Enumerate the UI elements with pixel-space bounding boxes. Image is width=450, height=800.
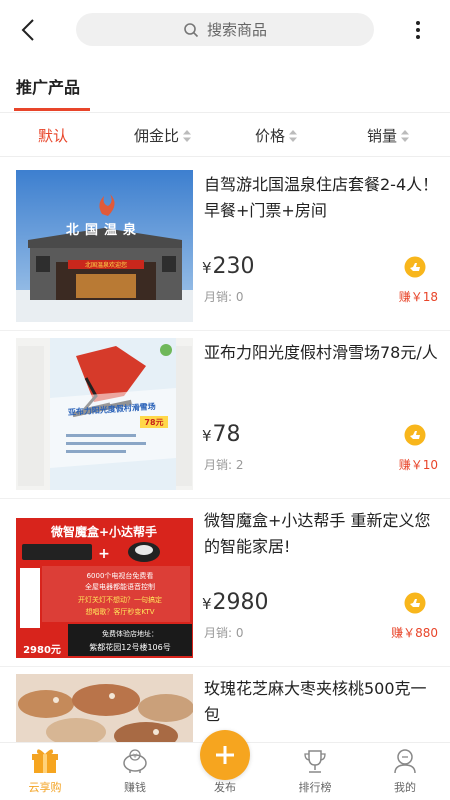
- product-image-hot-spring[interactable]: 北国温泉欢迎您 北国温泉: [16, 170, 193, 322]
- product-image-ski-resort[interactable]: 亚布力阳光度假村滑雪场 78元: [16, 338, 193, 490]
- price-value: 2980: [212, 590, 269, 615]
- sort-commission-label: 佣金比: [134, 127, 180, 145]
- image-line-4: 想唱歌？客厅秒变KTV: [85, 607, 154, 616]
- image-line-3: 开灯关灯不想动？一句搞定: [78, 595, 162, 604]
- sort-commission[interactable]: 佣金比: [134, 125, 192, 146]
- monthly-sales: 月销: 0: [204, 626, 244, 640]
- image-address: 紫都花园12号楼106号: [89, 642, 170, 652]
- sort-arrows-icon: [401, 129, 410, 142]
- svg-text:¥: ¥: [133, 753, 137, 760]
- earn-commission: 赚￥880: [391, 626, 438, 640]
- section-underline: [14, 108, 90, 111]
- sort-default-label: 默认: [38, 127, 69, 145]
- piggy-bank-icon: ¥: [123, 749, 147, 773]
- earn-commission: 赚￥18: [398, 290, 438, 304]
- trophy-icon: [304, 750, 326, 773]
- search-icon: [184, 22, 199, 37]
- plus-icon: [216, 746, 234, 764]
- nav-item-yunxianggou[interactable]: 云享购: [0, 743, 90, 800]
- publish-button[interactable]: [200, 730, 250, 780]
- coin-hand-icon: [404, 424, 426, 446]
- more-vertical-icon[interactable]: [408, 18, 428, 42]
- nav-label: 云享购: [28, 781, 62, 794]
- search-placeholder: 搜索商品: [206, 21, 267, 39]
- image-banner-text: 北国温泉欢迎您: [85, 261, 127, 269]
- sort-bar: 默认 佣金比 价格 销量: [0, 113, 450, 157]
- product-name[interactable]: 亚布力阳光度假村滑雪场78元/人: [204, 340, 440, 366]
- sort-sales[interactable]: 销量: [367, 125, 410, 146]
- price-value: 78: [212, 422, 241, 447]
- product-name[interactable]: 玫瑰花芝麻大枣夹核桃500克一包: [204, 676, 440, 728]
- currency-symbol: ¥: [202, 427, 212, 445]
- coin-hand-icon: [404, 256, 426, 278]
- image-price-tag: 78元: [144, 418, 163, 427]
- product-price: ¥78: [202, 422, 241, 447]
- currency-symbol: ¥: [202, 595, 212, 613]
- price-value: 230: [212, 254, 255, 279]
- earn-commission: 赚￥10: [398, 458, 438, 472]
- product-name[interactable]: 微智魔盒+小达帮手 重新定义您的智能家居!: [204, 508, 440, 560]
- currency-symbol: ¥: [202, 259, 212, 277]
- product-card[interactable]: 北国温泉欢迎您 北国温泉 自驾游北国温泉住店套餐2-4人！早餐+门票+房间 ¥2…: [0, 158, 450, 324]
- image-line-1: 6000个电视台免费看: [87, 571, 154, 580]
- nav-item-wode[interactable]: 我的: [360, 743, 450, 800]
- coin-hand-icon: [404, 592, 426, 614]
- image-line-2: 全屋电器都能语音控制: [85, 582, 155, 591]
- nav-item-zhuanqian[interactable]: ¥ 赚钱: [90, 743, 180, 800]
- image-title-text: 微智魔盒+小达帮手: [50, 524, 157, 539]
- section-title[interactable]: 推广产品: [16, 74, 80, 98]
- top-bar: 搜索商品: [0, 0, 450, 60]
- image-sign-text: 北国温泉: [66, 222, 142, 238]
- gift-icon: [32, 749, 58, 773]
- svg-text:+: +: [98, 546, 110, 562]
- sort-price[interactable]: 价格: [255, 125, 298, 146]
- product-card[interactable]: 微智魔盒+小达帮手 + 6000个电视台免费看 全屋电器都能语音控制 开灯关灯不…: [0, 494, 450, 660]
- product-name[interactable]: 自驾游北国温泉住店套餐2-4人！早餐+门票+房间: [204, 172, 440, 224]
- nav-label: 排行榜: [298, 781, 332, 794]
- user-icon: [394, 749, 416, 774]
- product-card[interactable]: 亚布力阳光度假村滑雪场 78元 亚布力阳光度假村滑雪场78元/人 ¥78 月销:…: [0, 326, 450, 492]
- sort-arrows-icon: [289, 129, 298, 142]
- sort-price-label: 价格: [255, 127, 286, 145]
- monthly-sales: 月销: 0: [204, 290, 244, 304]
- back-arrow-icon[interactable]: [18, 18, 40, 42]
- product-image-date-walnut[interactable]: [16, 674, 193, 742]
- nav-label: 我的: [394, 781, 416, 794]
- sort-arrows-icon: [183, 129, 192, 142]
- sort-default[interactable]: 默认: [38, 125, 68, 146]
- monthly-sales: 月销: 2: [204, 458, 244, 472]
- search-input[interactable]: 搜索商品: [76, 13, 374, 46]
- product-price: ¥230: [202, 254, 255, 279]
- product-price: ¥2980: [202, 590, 269, 615]
- image-price: 2980元: [23, 644, 61, 656]
- nav-item-paihangbang[interactable]: 排行榜: [270, 743, 360, 800]
- nav-label: 发布: [214, 781, 236, 794]
- nav-label: 赚钱: [124, 781, 146, 794]
- image-address-title: 免费体验店地址：: [102, 629, 158, 638]
- product-image-smart-box[interactable]: 微智魔盒+小达帮手 + 6000个电视台免费看 全屋电器都能语音控制 开灯关灯不…: [16, 506, 193, 658]
- sort-sales-label: 销量: [367, 127, 398, 145]
